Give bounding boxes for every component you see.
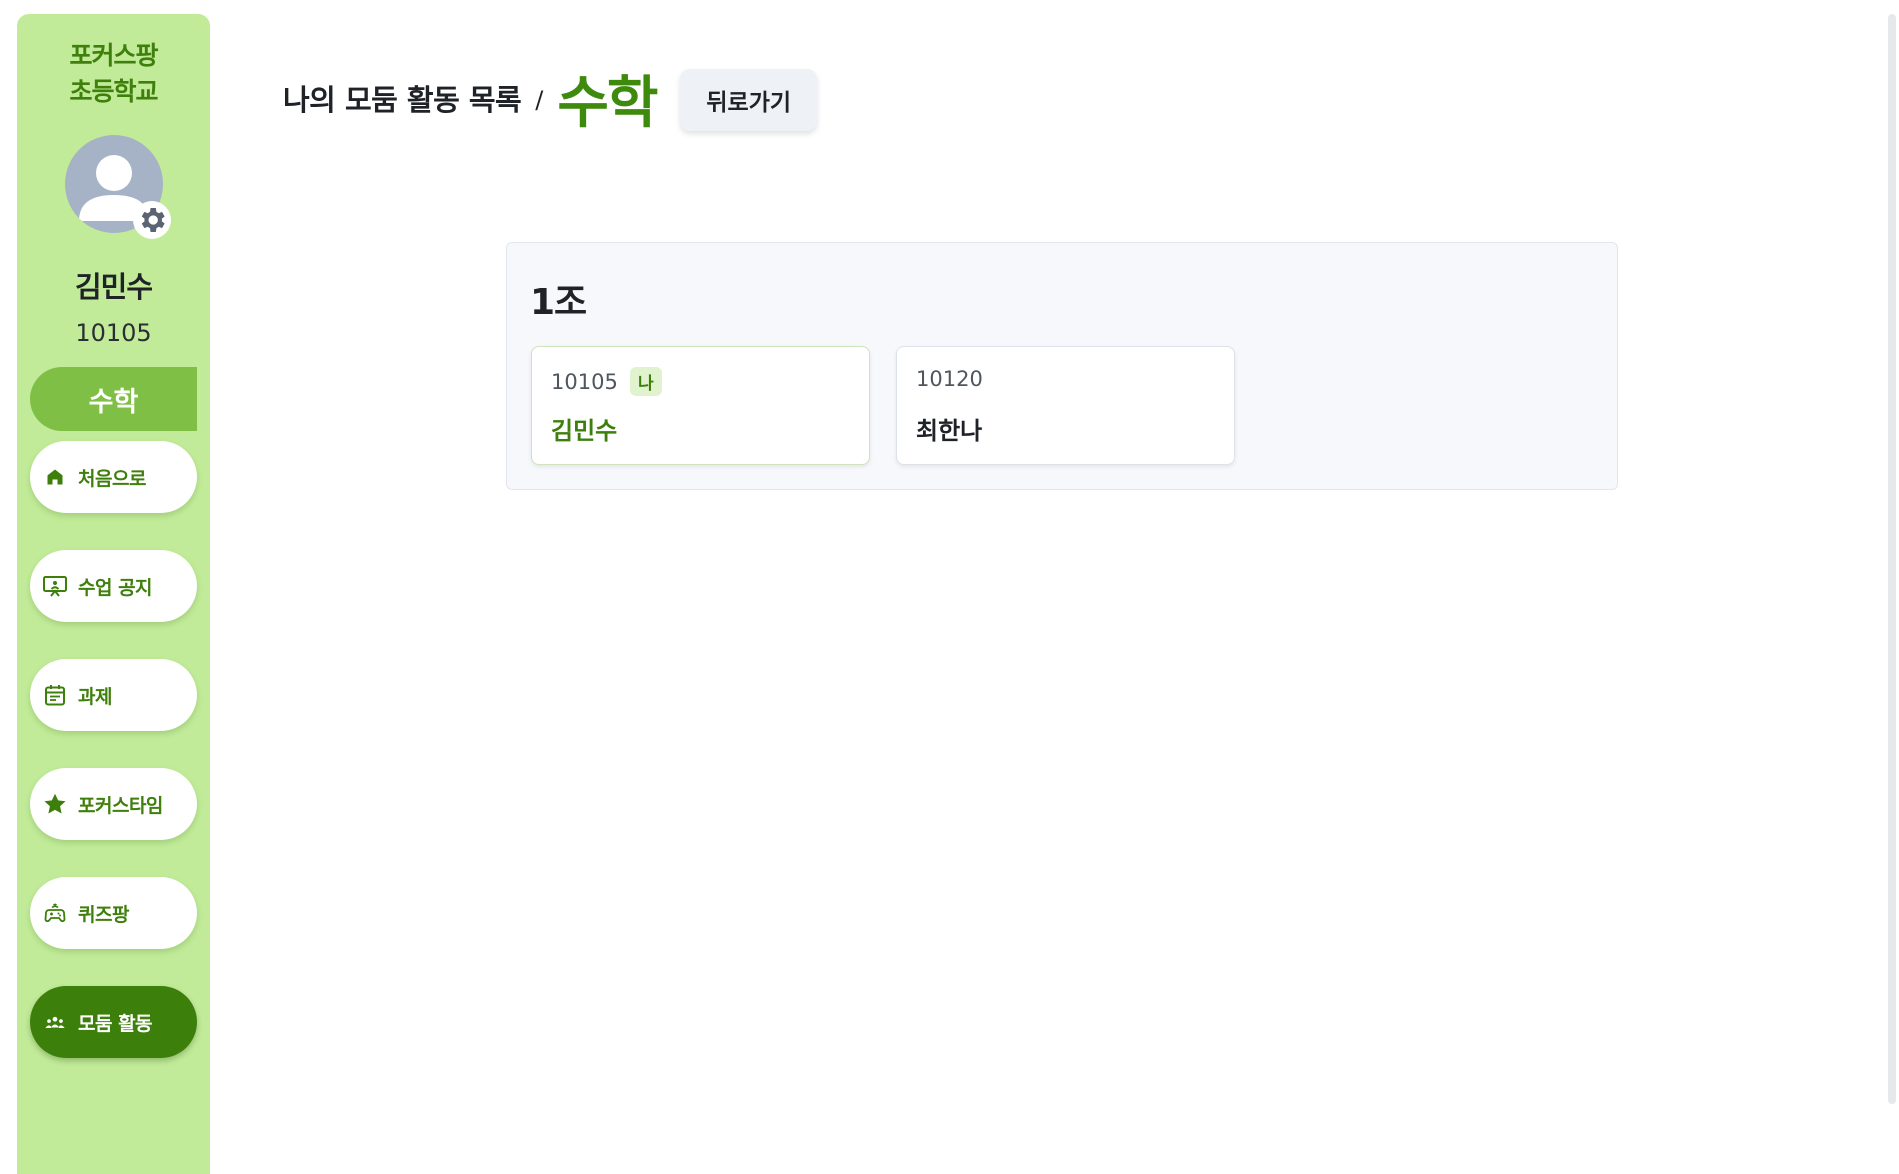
nav-focus-time-label: 포커스타임 [78,794,163,817]
nav-assignments[interactable]: 과제 [30,659,197,731]
member-id-row: 10120 [916,367,983,391]
nav-class-notice[interactable]: 수업 공지 [30,550,197,622]
member-id: 10120 [916,367,983,391]
breadcrumb-parent[interactable]: 나의 모둠 활동 목록 [283,77,522,119]
member-name: 최한나 [916,417,983,445]
gamepad-icon [42,900,68,926]
school-name-line2: 초등학교 [69,77,158,106]
nav-group-activity-label: 모둠 활동 [78,1012,153,1035]
scrollbar[interactable] [1888,14,1896,1104]
star-icon [42,791,68,817]
calendar-icon [42,682,68,708]
student-id: 10105 [75,319,152,347]
nav-home[interactable]: 처음으로 [30,441,197,513]
back-button[interactable]: 뒤로가기 [680,69,818,131]
group-panel: 1조 10105 나 김민수 10120 최한나 [506,242,1618,490]
member-card[interactable]: 10120 최한나 [896,346,1235,465]
profile-settings-button[interactable] [133,201,171,239]
nav-assignments-label: 과제 [78,685,112,708]
school-name: 포커스팡 초등학교 [17,38,210,110]
group-icon [42,1009,68,1035]
breadcrumb: 나의 모둠 활동 목록 / 수학 뒤로가기 [283,68,818,136]
breadcrumb-separator: / [535,86,544,114]
nav-home-label: 처음으로 [78,467,146,490]
gear-icon [141,208,165,232]
home-icon [42,464,68,490]
nav-quiz[interactable]: 퀴즈팡 [30,877,197,949]
page-title: 수학 [557,70,658,136]
nav-group-activity[interactable]: 모둠 활동 [30,986,197,1058]
me-badge: 나 [629,367,662,396]
nav-class-notice-label: 수업 공지 [78,576,153,599]
sidebar: 포커스팡 초등학교 김민수 10105 수학 처음으로 수업 공지 과제 포커스… [17,14,210,1174]
school-name-line1: 포커스팡 [69,41,158,70]
member-name: 김민수 [551,417,618,445]
member-card-me[interactable]: 10105 나 김민수 [531,346,870,465]
student-name: 김민수 [74,270,153,304]
member-id: 10105 [551,369,618,394]
subject-badge: 수학 [30,367,197,431]
nav-quiz-label: 퀴즈팡 [78,903,129,926]
group-title: 1조 [530,282,587,323]
member-id-row: 10105 나 [551,367,662,396]
nav-focus-time[interactable]: 포커스타임 [30,768,197,840]
presentation-icon [42,573,68,599]
